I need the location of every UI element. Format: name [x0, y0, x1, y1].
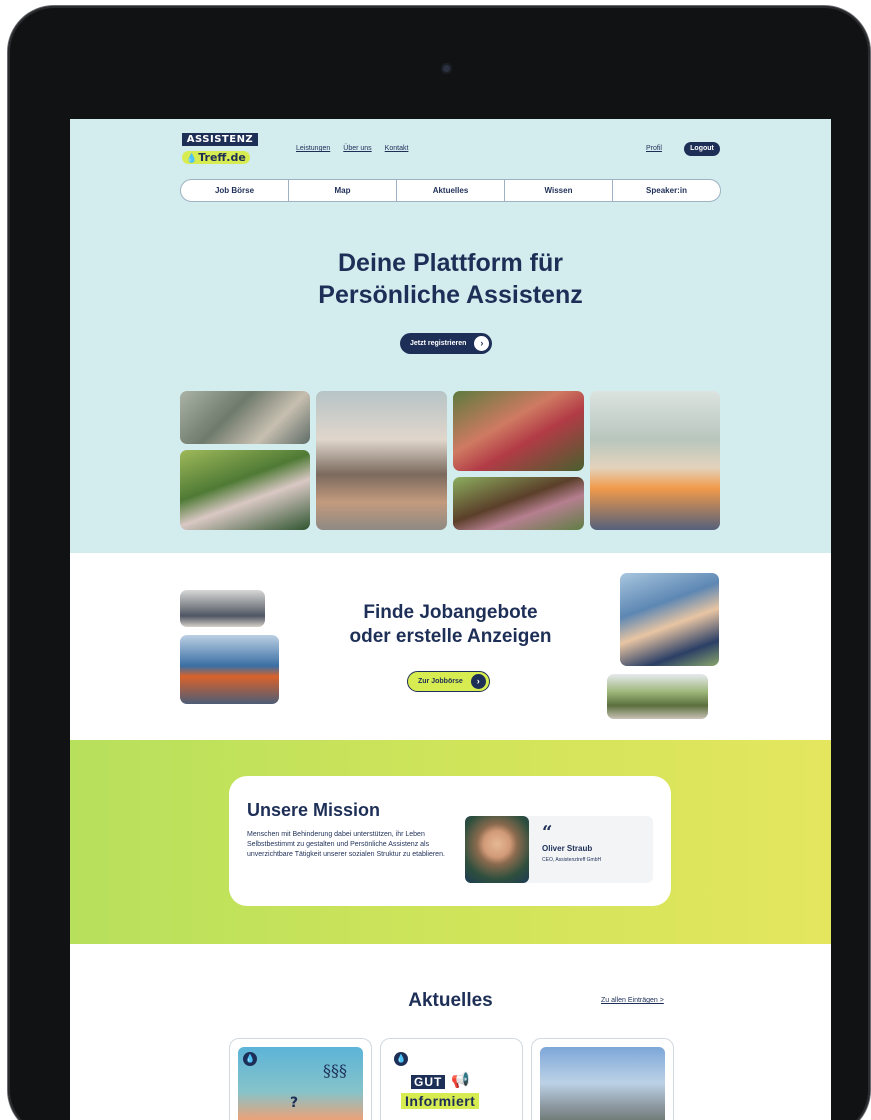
- quote-icon: “: [542, 822, 553, 843]
- logo-line2: Treff.de: [198, 151, 246, 164]
- main-navbar: Job Börse Map Aktuelles Wissen Speaker:i…: [180, 179, 721, 202]
- hero-title: Deine Plattform für Persönliche Assisten…: [70, 247, 831, 311]
- informiert-label: Informiert: [401, 1093, 480, 1109]
- tablet-frame: ASSISTENZ 💧Treff.de Leistungen Über uns …: [8, 6, 870, 1120]
- quote-name: Oliver Straub: [542, 844, 593, 853]
- hero-section: ASSISTENZ 💧Treff.de Leistungen Über uns …: [70, 119, 831, 553]
- drop-icon: 💧: [394, 1052, 408, 1066]
- jobs-title-line2: oder erstelle Anzeigen: [349, 626, 552, 647]
- nav-map[interactable]: Map: [289, 180, 397, 201]
- profil-link[interactable]: Profil: [646, 145, 662, 152]
- hero-photo-walker: [590, 391, 720, 530]
- register-button-label: Jetzt registrieren: [410, 340, 467, 347]
- nav-job-boerse[interactable]: Job Börse: [181, 180, 289, 201]
- hero-photo-car: [180, 391, 310, 444]
- camera-icon: [441, 63, 452, 74]
- nav-wissen[interactable]: Wissen: [505, 180, 613, 201]
- jobs-photo-bike: [607, 674, 708, 719]
- drop-icon: 💧: [243, 1052, 257, 1066]
- paragraph-icon: §§§: [323, 1061, 347, 1080]
- link-ueber-uns[interactable]: Über uns: [343, 145, 371, 152]
- mission-title: Unsere Mission: [247, 800, 381, 820]
- news-card[interactable]: 💧 §§§ ?: [229, 1038, 372, 1120]
- logo-line2-wrap: 💧Treff.de: [182, 151, 250, 164]
- jobs-section: Finde Jobangebote oder erstelle Anzeigen…: [70, 553, 831, 740]
- jobboerse-button[interactable]: Zur Jobbörse ›: [407, 671, 490, 692]
- logo-line1: ASSISTENZ: [182, 133, 258, 146]
- jobs-title: Finde Jobangebote oder erstelle Anzeigen: [70, 601, 831, 649]
- megaphone-icon: 📢: [451, 1071, 470, 1089]
- mission-section: Unsere Mission Menschen mit Behinderung …: [70, 740, 831, 944]
- news-image-law: 💧 §§§ ?: [238, 1047, 363, 1120]
- chevron-right-icon: ›: [474, 336, 490, 351]
- jobboerse-button-label: Zur Jobbörse: [418, 678, 463, 685]
- hero-photo-women: [180, 450, 310, 530]
- browser-screen: ASSISTENZ 💧Treff.de Leistungen Über uns …: [70, 119, 831, 1120]
- register-button[interactable]: Jetzt registrieren ›: [400, 333, 493, 354]
- drop-icon: 💧: [186, 154, 198, 164]
- news-card[interactable]: 💧 GUT 📢 Informiert: [380, 1038, 523, 1120]
- news-section: Aktuelles Zu allen Einträgen > 💧 §§§ ? 💧…: [70, 944, 831, 1120]
- hero-photo-basketball: [316, 391, 447, 530]
- logout-button[interactable]: Logout: [684, 142, 720, 156]
- nav-aktuelles[interactable]: Aktuelles: [397, 180, 505, 201]
- hero-title-line2: Persönliche Assistenz: [318, 281, 583, 309]
- hero-title-line1: Deine Plattform für: [337, 249, 564, 277]
- news-image-gut-informiert: 💧 GUT 📢 Informiert: [389, 1047, 514, 1120]
- site-logo[interactable]: ASSISTENZ 💧Treff.de: [182, 133, 260, 165]
- mission-card: Unsere Mission Menschen mit Behinderung …: [229, 776, 671, 906]
- jobs-title-line1: Finde Jobangebote: [363, 602, 538, 623]
- news-card[interactable]: [531, 1038, 674, 1120]
- chevron-right-icon: ›: [470, 674, 486, 689]
- question-mark: ?: [290, 1095, 299, 1111]
- avatar: [465, 816, 529, 883]
- hero-photo-horse: [453, 477, 584, 530]
- quote-role: CEO, Assistenztreff GmbH: [542, 857, 602, 863]
- quote-box: “ Oliver Straub CEO, Assistenztreff GmbH: [465, 816, 653, 883]
- gut-label: GUT: [411, 1075, 446, 1089]
- news-title: Aktuelles: [408, 990, 493, 1011]
- all-entries-link[interactable]: Zu allen Einträgen >: [601, 997, 664, 1004]
- hero-photo-selfie: [453, 391, 584, 471]
- header-links: Leistungen Über uns Kontakt: [296, 145, 408, 152]
- link-leistungen[interactable]: Leistungen: [296, 145, 330, 152]
- mission-text: Menschen mit Behinderung dabei unterstüt…: [247, 831, 445, 858]
- nav-speakerin[interactable]: Speaker:in: [613, 180, 720, 201]
- news-image-festival: [540, 1047, 665, 1120]
- link-kontakt[interactable]: Kontakt: [385, 145, 409, 152]
